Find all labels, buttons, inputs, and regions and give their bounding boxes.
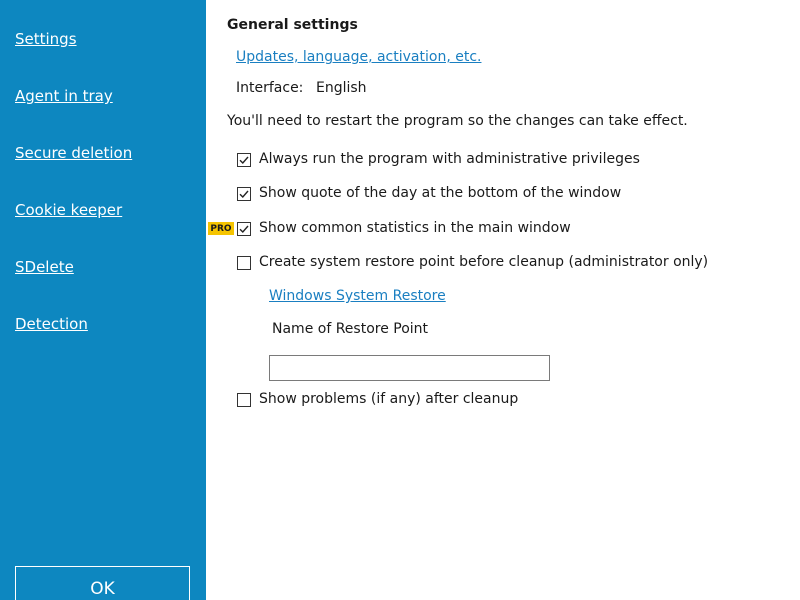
sidebar-item-settings[interactable]: Settings xyxy=(15,30,77,48)
restore-point-label[interactable]: Create system restore point before clean… xyxy=(259,254,708,270)
restart-note: You'll need to restart the program so th… xyxy=(227,113,688,129)
show-problems-label[interactable]: Show problems (if any) after cleanup xyxy=(259,391,518,407)
show-problems-checkbox[interactable] xyxy=(237,393,251,407)
ok-button[interactable]: OK xyxy=(15,566,190,600)
restore-point-checkbox[interactable] xyxy=(237,256,251,270)
checkmark-icon xyxy=(239,156,249,165)
common-statistics-checkbox[interactable] xyxy=(237,222,251,236)
common-statistics-label[interactable]: Show common statistics in the main windo… xyxy=(259,220,571,236)
windows-system-restore-link[interactable]: Windows System Restore xyxy=(269,288,446,304)
admin-privileges-label[interactable]: Always run the program with administrati… xyxy=(259,151,640,167)
section-title: General settings xyxy=(227,17,358,33)
sidebar-item-detection[interactable]: Detection xyxy=(15,315,88,333)
interface-value[interactable]: English xyxy=(316,80,367,96)
sidebar-item-secure-deletion[interactable]: Secure deletion xyxy=(15,144,132,162)
updates-link[interactable]: Updates, language, activation, etc. xyxy=(236,49,481,65)
restore-point-name-label: Name of Restore Point xyxy=(272,321,429,337)
interface-label: Interface: xyxy=(236,80,304,96)
admin-privileges-checkbox[interactable] xyxy=(237,153,251,167)
checkmark-icon xyxy=(239,190,249,199)
quote-of-day-checkbox[interactable] xyxy=(237,187,251,201)
pro-badge: PRO xyxy=(208,222,234,235)
quote-of-day-label[interactable]: Show quote of the day at the bottom of t… xyxy=(259,185,621,201)
sidebar-item-sdelete[interactable]: SDelete xyxy=(15,258,74,276)
sidebar: Settings Agent in tray Secure deletion C… xyxy=(0,0,206,600)
sidebar-item-cookie-keeper[interactable]: Cookie keeper xyxy=(15,201,122,219)
checkmark-icon xyxy=(239,225,249,234)
sidebar-item-agent-in-tray[interactable]: Agent in tray xyxy=(15,87,113,105)
restore-point-name-input[interactable] xyxy=(269,355,550,381)
